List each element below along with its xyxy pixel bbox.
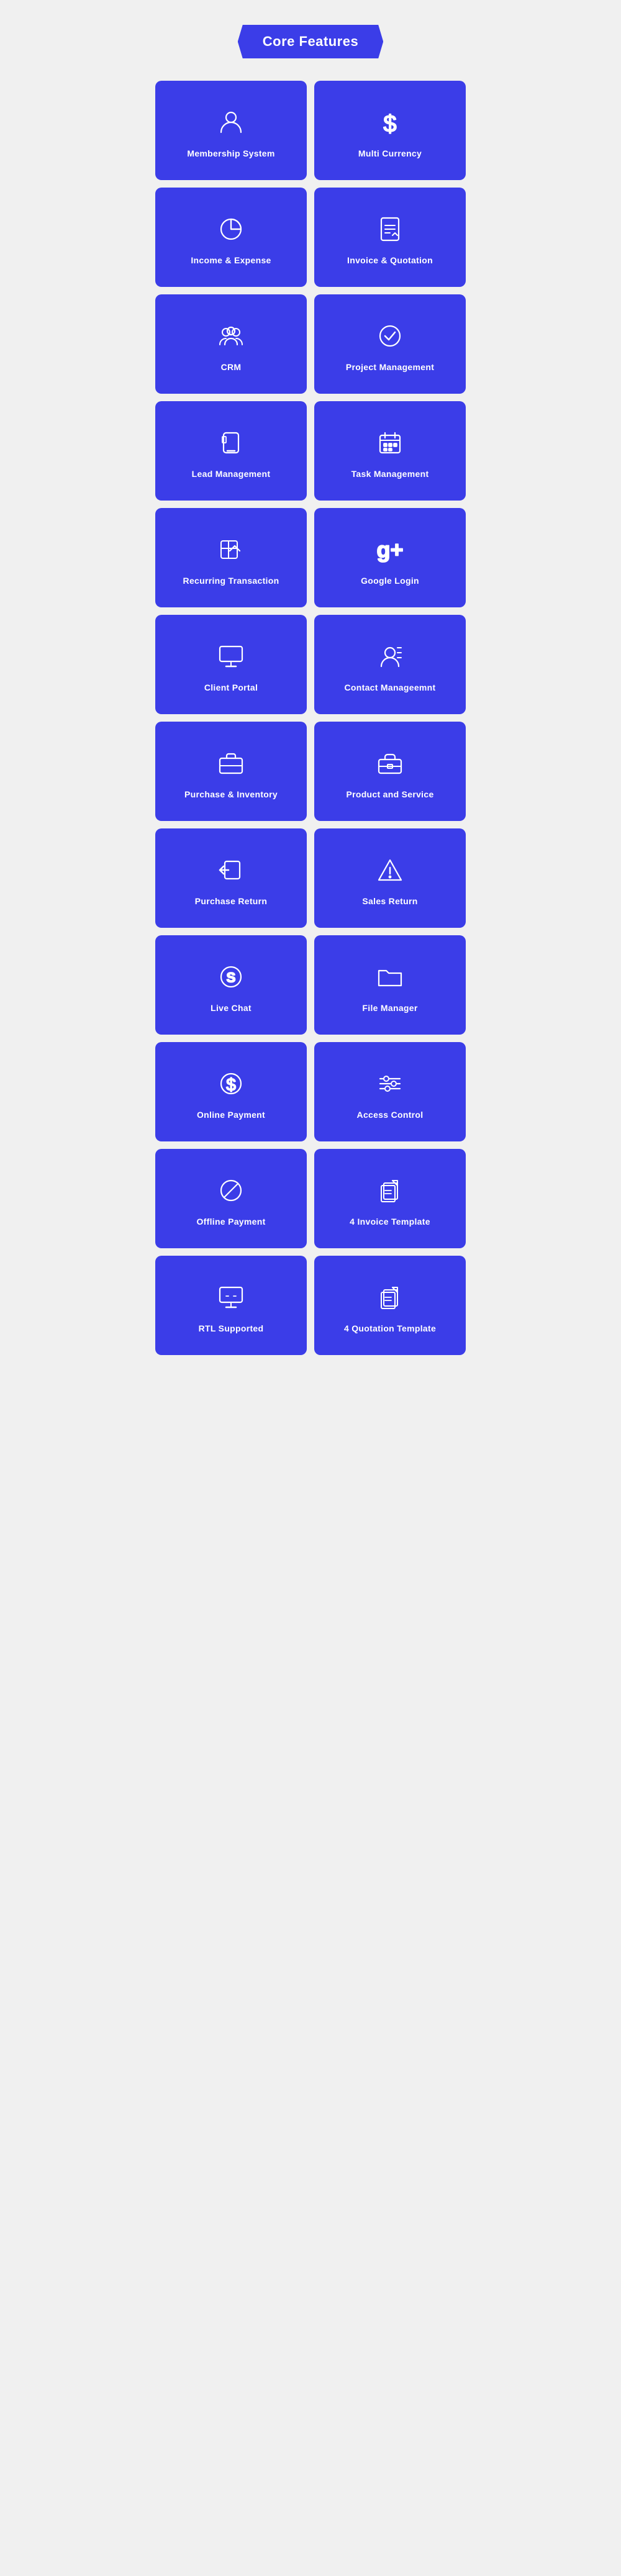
feature-card-product-service[interactable]: Product and Service bbox=[314, 722, 466, 821]
product-service-icon bbox=[375, 748, 405, 778]
svg-text:$: $ bbox=[383, 111, 396, 137]
feature-card-membership-system[interactable]: Membership System bbox=[155, 81, 307, 180]
crm-icon bbox=[216, 321, 246, 351]
feature-card-lead-management[interactable]: Lead Management bbox=[155, 401, 307, 501]
project-management-icon bbox=[375, 321, 405, 351]
feature-card-rtl-supported[interactable]: RTL Supported bbox=[155, 1256, 307, 1355]
online-payment-label: Online Payment bbox=[197, 1110, 265, 1120]
purchase-inventory-icon bbox=[216, 748, 246, 778]
contact-management-label: Contact Manageemnt bbox=[345, 683, 436, 692]
sales-return-label: Sales Return bbox=[362, 896, 417, 906]
feature-card-invoice-template[interactable]: 4 Invoice Template bbox=[314, 1149, 466, 1248]
svg-text:g+: g+ bbox=[376, 537, 403, 562]
feature-card-contact-management[interactable]: Contact Manageemnt bbox=[314, 615, 466, 714]
quotation-template-icon bbox=[375, 1282, 405, 1312]
feature-card-live-chat[interactable]: S Live Chat bbox=[155, 935, 307, 1035]
feature-card-file-manager[interactable]: File Manager bbox=[314, 935, 466, 1035]
file-manager-icon bbox=[375, 962, 405, 992]
crm-label: CRM bbox=[221, 362, 242, 372]
invoice-quotation-icon bbox=[375, 214, 405, 244]
feature-card-income-expense[interactable]: Income & Expense bbox=[155, 188, 307, 287]
lead-management-label: Lead Management bbox=[192, 469, 271, 479]
feature-card-task-management[interactable]: Task Management bbox=[314, 401, 466, 501]
invoice-template-label: 4 Invoice Template bbox=[350, 1217, 430, 1227]
online-payment-icon: $ bbox=[216, 1069, 246, 1099]
income-expense-label: Income & Expense bbox=[191, 255, 271, 265]
feature-card-invoice-quotation[interactable]: Invoice & Quotation bbox=[314, 188, 466, 287]
offline-payment-label: Offline Payment bbox=[196, 1217, 265, 1227]
feature-card-online-payment[interactable]: $ Online Payment bbox=[155, 1042, 307, 1141]
product-service-label: Product and Service bbox=[346, 789, 433, 799]
income-expense-icon bbox=[216, 214, 246, 244]
sales-return-icon bbox=[375, 855, 405, 885]
purchase-inventory-label: Purchase & Inventory bbox=[184, 789, 278, 799]
multi-currency-label: Multi Currency bbox=[358, 148, 422, 158]
feature-card-sales-return[interactable]: Sales Return bbox=[314, 828, 466, 928]
project-management-label: Project Management bbox=[346, 362, 434, 372]
file-manager-label: File Manager bbox=[362, 1003, 417, 1013]
feature-card-purchase-inventory[interactable]: Purchase & Inventory bbox=[155, 722, 307, 821]
feature-card-purchase-return[interactable]: Purchase Return bbox=[155, 828, 307, 928]
page-container: Core Features Membership System $ Multi Cu… bbox=[155, 25, 466, 1355]
recurring-transaction-icon bbox=[216, 535, 246, 565]
live-chat-label: Live Chat bbox=[211, 1003, 252, 1013]
client-portal-icon bbox=[216, 642, 246, 671]
membership-system-label: Membership System bbox=[187, 148, 274, 158]
svg-text:S: S bbox=[227, 970, 236, 986]
feature-card-crm[interactable]: CRM bbox=[155, 294, 307, 394]
access-control-icon bbox=[375, 1069, 405, 1099]
quotation-template-label: 4 Quotation Template bbox=[344, 1323, 436, 1333]
live-chat-icon: S bbox=[216, 962, 246, 992]
offline-payment-icon bbox=[216, 1176, 246, 1205]
feature-card-quotation-template[interactable]: 4 Quotation Template bbox=[314, 1256, 466, 1355]
recurring-transaction-label: Recurring Transaction bbox=[183, 576, 279, 586]
client-portal-label: Client Portal bbox=[204, 683, 258, 692]
feature-card-offline-payment[interactable]: Offline Payment bbox=[155, 1149, 307, 1248]
rtl-supported-icon bbox=[216, 1282, 246, 1312]
invoice-template-icon bbox=[375, 1176, 405, 1205]
header-badge: Core Features bbox=[238, 25, 383, 58]
purchase-return-label: Purchase Return bbox=[195, 896, 268, 906]
invoice-quotation-label: Invoice & Quotation bbox=[347, 255, 433, 265]
feature-card-recurring-transaction[interactable]: Recurring Transaction bbox=[155, 508, 307, 607]
task-management-label: Task Management bbox=[351, 469, 429, 479]
feature-card-project-management[interactable]: Project Management bbox=[314, 294, 466, 394]
task-management-icon bbox=[375, 428, 405, 458]
access-control-label: Access Control bbox=[357, 1110, 424, 1120]
purchase-return-icon bbox=[216, 855, 246, 885]
multi-currency-icon: $ bbox=[375, 107, 405, 137]
google-login-icon: g+ bbox=[375, 535, 405, 565]
rtl-supported-label: RTL Supported bbox=[199, 1323, 264, 1333]
features-grid: Membership System $ Multi Currency Income &… bbox=[155, 81, 466, 1355]
contact-management-icon bbox=[375, 642, 405, 671]
svg-text:$: $ bbox=[226, 1075, 236, 1094]
feature-card-multi-currency[interactable]: $ Multi Currency bbox=[314, 81, 466, 180]
feature-card-client-portal[interactable]: Client Portal bbox=[155, 615, 307, 714]
google-login-label: Google Login bbox=[361, 576, 419, 586]
lead-management-icon bbox=[216, 428, 246, 458]
membership-system-icon bbox=[216, 107, 246, 137]
feature-card-access-control[interactable]: Access Control bbox=[314, 1042, 466, 1141]
feature-card-google-login[interactable]: g+ Google Login bbox=[314, 508, 466, 607]
